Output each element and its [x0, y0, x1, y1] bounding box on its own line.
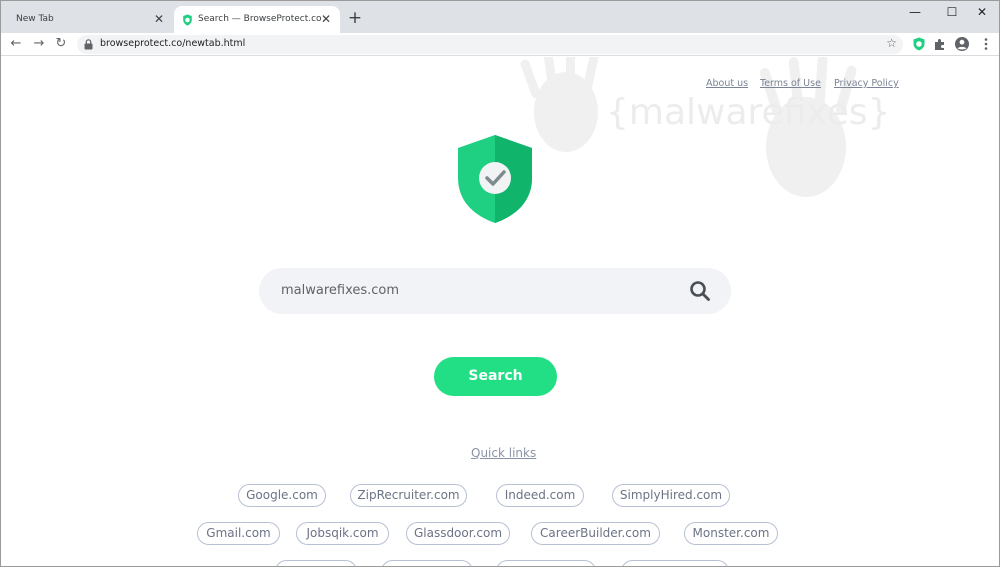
- quick-link-glassdoor[interactable]: Glassdoor.com: [406, 522, 510, 545]
- quick-link-row3-item[interactable]: [621, 560, 729, 566]
- tab-close-icon[interactable]: ✕: [152, 12, 166, 26]
- new-tab-button[interactable]: +: [346, 9, 364, 27]
- watermark-text: {malwarefixes}: [606, 92, 891, 133]
- quick-link-google[interactable]: Google.com: [238, 484, 326, 507]
- minimize-button[interactable]: —: [899, 3, 931, 21]
- tab-strip: New Tab ✕ Search — BrowseProtect.co ✕ + …: [1, 1, 999, 33]
- shield-extension-icon[interactable]: [911, 36, 927, 52]
- search-input[interactable]: malwarefixes.com: [259, 268, 731, 314]
- quick-link-gmail[interactable]: Gmail.com: [197, 522, 280, 545]
- about-us-link[interactable]: About us: [706, 78, 748, 89]
- shield-favicon-icon: [183, 14, 192, 26]
- shield-logo-icon: [458, 135, 532, 223]
- tab-title: Search — BrowseProtect.co: [198, 14, 322, 24]
- quick-link-ziprecruiter[interactable]: ZipRecruiter.com: [350, 484, 467, 507]
- forward-button[interactable]: →: [30, 35, 48, 53]
- profile-icon[interactable]: [954, 36, 970, 52]
- address-bar[interactable]: browseprotect.co/newtab.html ☆: [77, 35, 903, 54]
- lock-icon: [84, 39, 93, 50]
- maximize-button[interactable]: ☐: [936, 3, 968, 21]
- quick-link-row3-item[interactable]: [275, 560, 357, 566]
- back-button[interactable]: ←: [7, 35, 25, 53]
- quick-links-title: Quick links: [471, 446, 537, 460]
- quick-link-indeed[interactable]: Indeed.com: [496, 484, 584, 507]
- puzzle-extension-icon[interactable]: [932, 36, 948, 52]
- quick-link-simplyhired[interactable]: SimplyHired.com: [612, 484, 730, 507]
- tab-close-icon[interactable]: ✕: [319, 12, 333, 26]
- tab-title: New Tab: [16, 14, 54, 24]
- url-text: browseprotect.co/newtab.html: [100, 38, 246, 49]
- quick-link-careerbuilder[interactable]: CareerBuilder.com: [531, 522, 660, 545]
- close-window-button[interactable]: ✕: [966, 3, 998, 21]
- reload-button[interactable]: ↻: [52, 35, 70, 53]
- search-query-text: malwarefixes.com: [281, 283, 400, 298]
- quick-link-row3-item[interactable]: [381, 560, 473, 566]
- quick-link-row3-item[interactable]: [496, 560, 596, 566]
- quick-link-jobsqik[interactable]: Jobsqik.com: [296, 522, 389, 545]
- terms-of-use-link[interactable]: Terms of Use: [760, 78, 821, 89]
- search-icon[interactable]: [689, 280, 711, 302]
- menu-icon[interactable]: [978, 36, 994, 52]
- browser-toolbar: ← → ↻ browseprotect.co/newtab.html ☆: [1, 33, 999, 56]
- page-content: {malwarefixes} About us Terms of Use Pri…: [1, 57, 999, 566]
- search-button[interactable]: Search: [434, 357, 557, 396]
- tab-browseprotect[interactable]: Search — BrowseProtect.co ✕: [174, 6, 340, 33]
- tab-new-tab[interactable]: New Tab ✕: [9, 6, 173, 33]
- quick-link-monster[interactable]: Monster.com: [684, 522, 778, 545]
- star-icon[interactable]: ☆: [886, 36, 897, 50]
- browser-window: New Tab ✕ Search — BrowseProtect.co ✕ + …: [0, 0, 1000, 567]
- privacy-policy-link[interactable]: Privacy Policy: [834, 78, 899, 89]
